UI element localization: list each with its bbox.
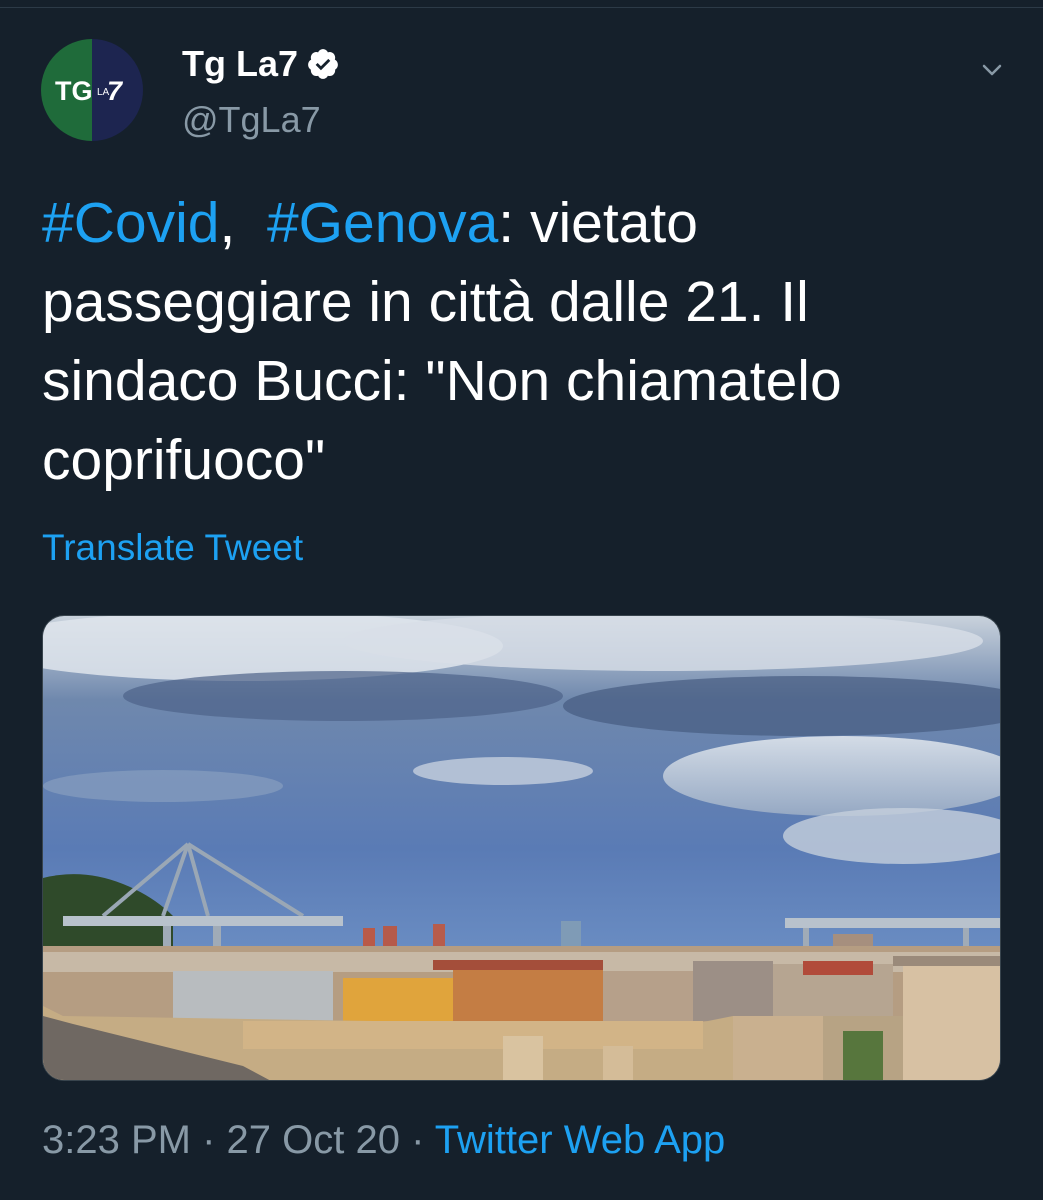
- tweet-time[interactable]: 3:23 PM: [42, 1118, 191, 1162]
- avatar[interactable]: TG LA 7: [41, 39, 143, 141]
- top-divider: [0, 0, 1043, 8]
- genova-skyline-image: [43, 616, 1000, 1080]
- logo-text-num: 7: [107, 76, 124, 106]
- tweet-date[interactable]: 27 Oct 20: [227, 1118, 400, 1162]
- logo-text-main: TG: [55, 76, 93, 106]
- tweet-separator: ,: [219, 191, 267, 255]
- tgla7-logo-icon: TG LA 7: [41, 39, 143, 141]
- tweet-photo[interactable]: [42, 615, 1001, 1081]
- tweet-source-link[interactable]: Twitter Web App: [435, 1118, 726, 1162]
- hashtag-covid[interactable]: #Covid: [42, 191, 219, 255]
- author-handle[interactable]: @TgLa7: [182, 96, 321, 144]
- meta-separator: ·: [399, 1118, 435, 1162]
- chevron-down-icon[interactable]: [980, 58, 1004, 82]
- meta-separator: ·: [190, 1118, 227, 1162]
- hashtag-genova[interactable]: #Genova: [267, 191, 498, 255]
- tweet-text: #Covid, #Genova: vietato passeggiare in …: [42, 184, 1002, 500]
- tweet-meta: 3:23 PM · 27 Oct 20 · Twitter Web App: [42, 1114, 725, 1166]
- verified-badge-icon: [308, 49, 338, 79]
- author-name[interactable]: Tg La7: [182, 40, 340, 88]
- author-name-text: Tg La7: [182, 43, 299, 84]
- translate-tweet-link[interactable]: Translate Tweet: [42, 524, 303, 572]
